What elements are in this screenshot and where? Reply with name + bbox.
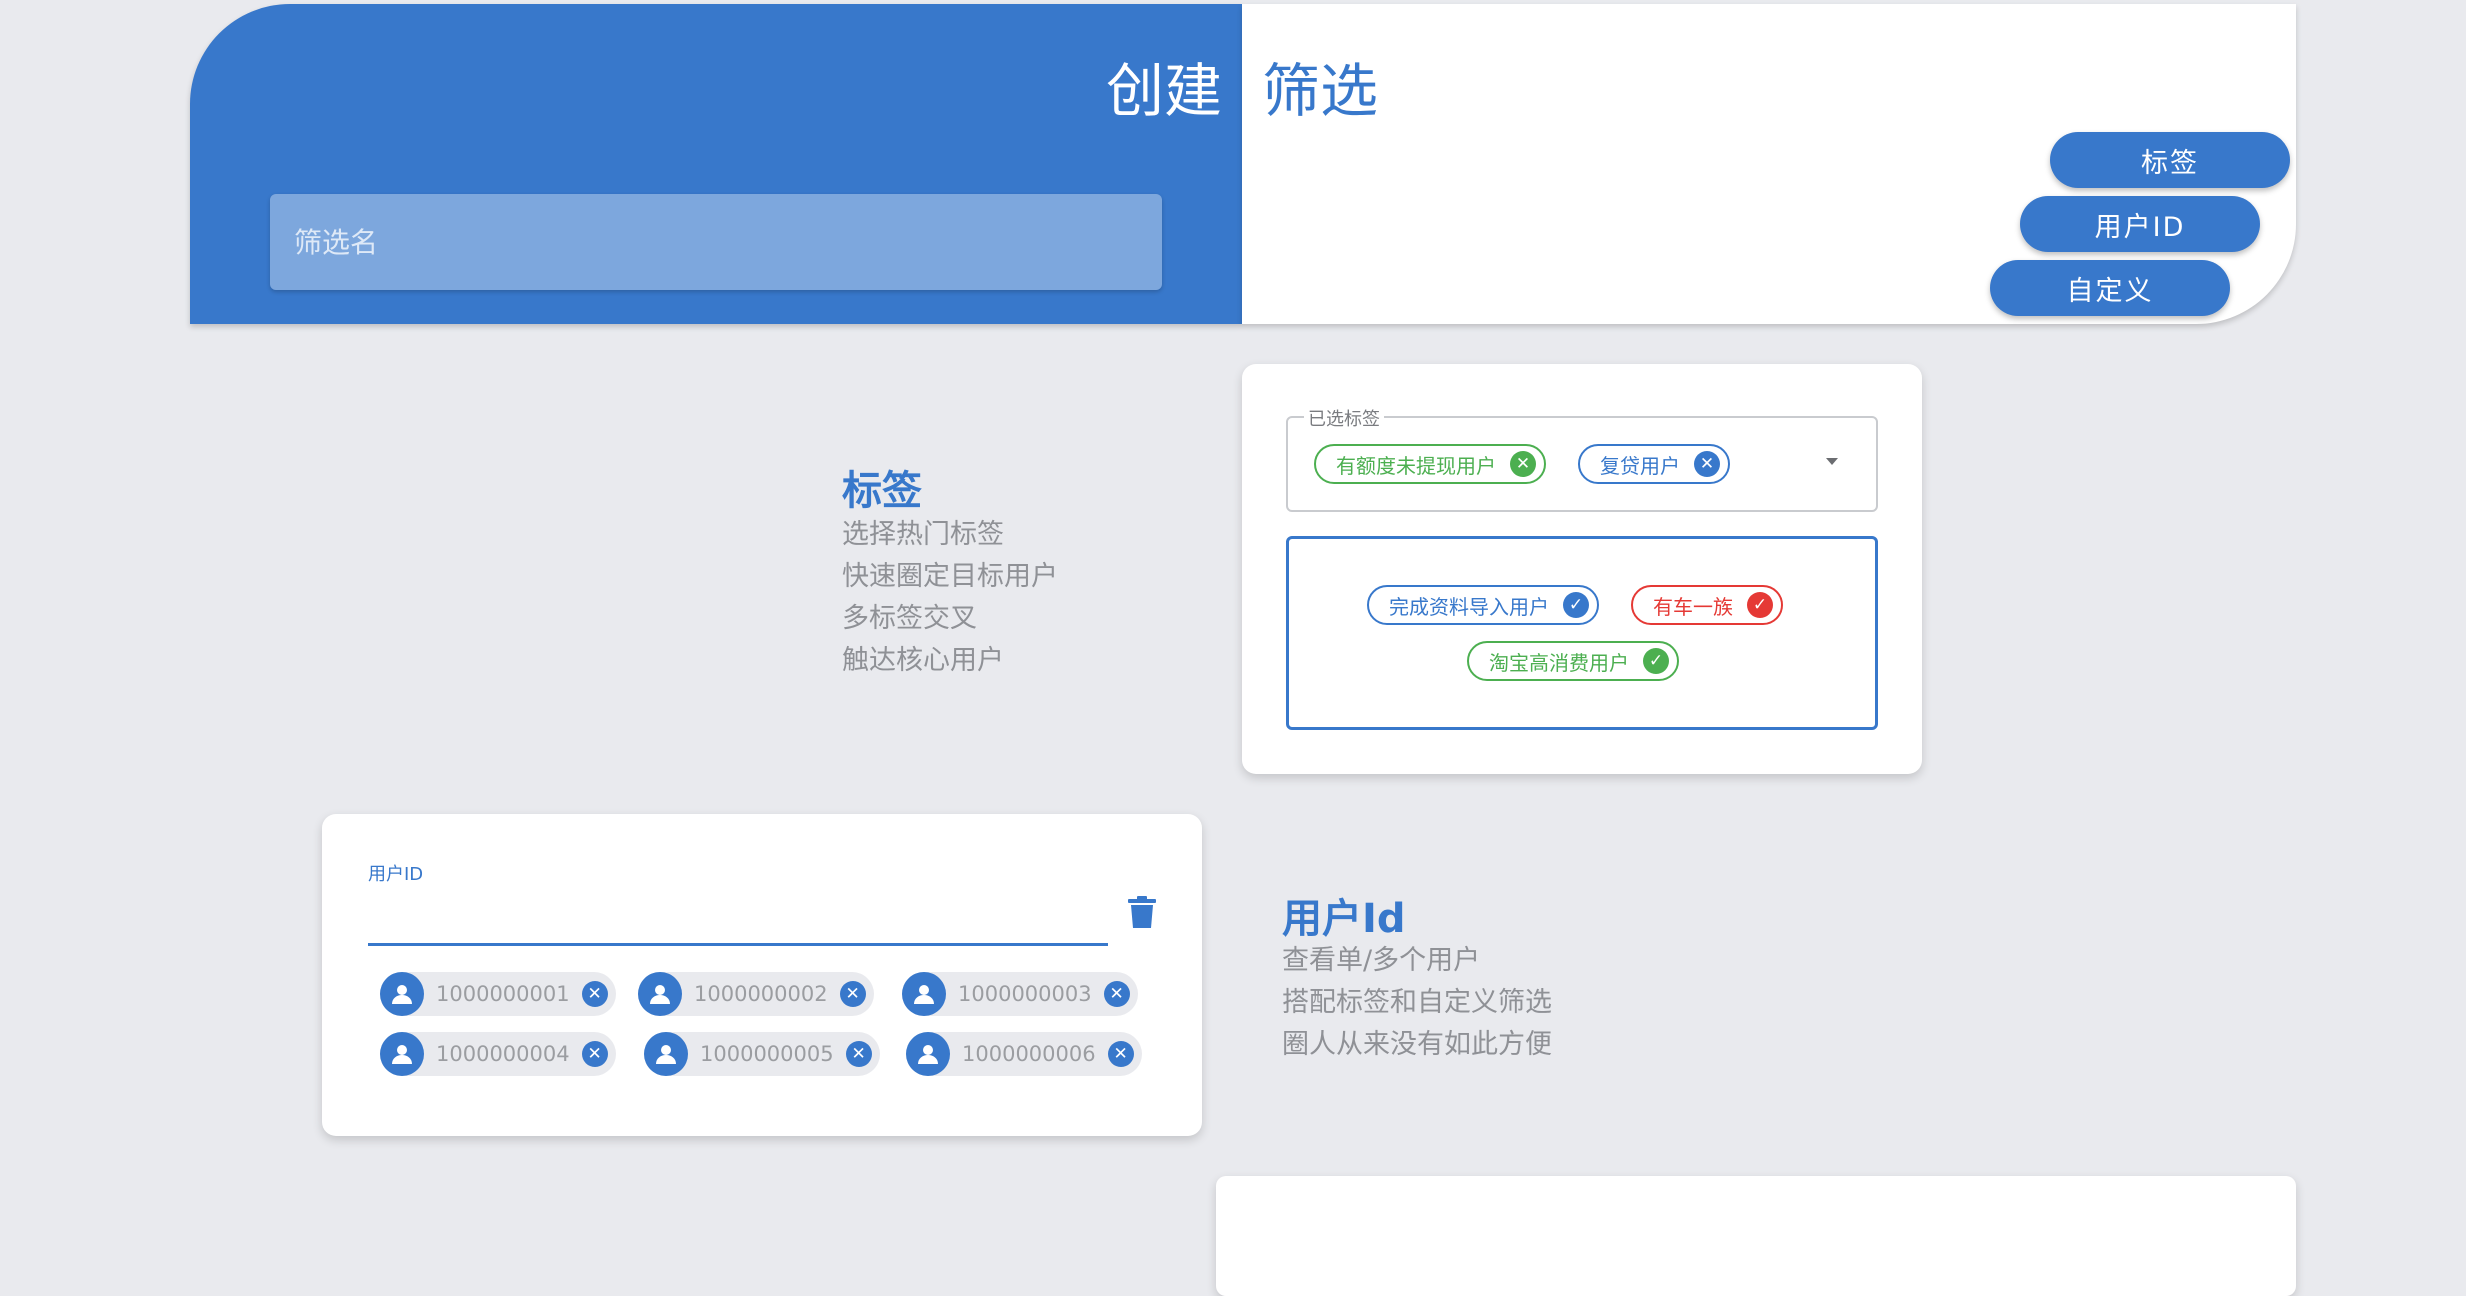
close-icon[interactable]: ✕ <box>581 981 608 1007</box>
avatar <box>380 1032 424 1076</box>
user-id-card: 用户ID 1000000001 ✕ 1000000002 ✕ 1000000003 ✕ 10… <box>322 814 1202 1136</box>
selected-tag-chip: 复贷用户 ✕ <box>1578 444 1730 484</box>
custom-button[interactable]: 自定义 <box>1990 260 2230 316</box>
available-tag-chip[interactable]: 完成资料导入用户 ✓ <box>1367 585 1599 625</box>
userid-desc-line: 查看单/多个用户 <box>1282 945 1481 976</box>
hero-left-panel: 创建 <box>190 4 1242 324</box>
available-tag-chip[interactable]: 有车一族 ✓ <box>1631 585 1783 625</box>
avatar <box>644 1032 688 1076</box>
check-icon: ✓ <box>1563 592 1589 618</box>
tag-button[interactable]: 标签 <box>2050 132 2290 188</box>
tag-label: 有额度未提现用户 <box>1336 453 1496 478</box>
tags-section-description: 选择热门标签 快速圈定目标用户 多标签交叉 触达核心用户 <box>842 514 1058 682</box>
avatar <box>902 972 946 1016</box>
close-icon[interactable]: ✕ <box>1694 451 1720 477</box>
user-id-text: 1000000006 <box>962 1042 1096 1066</box>
hero-title-filter: 筛选 <box>1262 57 1379 125</box>
user-id-text: 1000000001 <box>436 982 570 1006</box>
user-id-button[interactable]: 用户ID <box>2020 196 2260 252</box>
user-id-chip: 1000000001 ✕ <box>380 972 616 1016</box>
tags-section-title: 标签 <box>842 468 922 514</box>
close-icon[interactable]: ✕ <box>1510 451 1536 477</box>
user-id-chip: 1000000003 ✕ <box>902 972 1138 1016</box>
user-id-text: 1000000005 <box>700 1042 834 1066</box>
close-icon[interactable]: ✕ <box>1103 981 1130 1007</box>
tags-desc-line: 多标签交叉 <box>842 603 977 634</box>
tag-label: 复贷用户 <box>1600 453 1680 478</box>
user-id-text: 1000000004 <box>436 1042 570 1066</box>
avatar <box>638 972 682 1016</box>
tag-label: 完成资料导入用户 <box>1389 594 1549 619</box>
user-id-input[interactable] <box>368 890 1108 946</box>
tags-desc-line: 触达核心用户 <box>842 645 1004 676</box>
check-icon: ✓ <box>1643 648 1669 674</box>
close-icon[interactable]: ✕ <box>1107 1041 1134 1067</box>
avatar <box>906 1032 950 1076</box>
selected-tags-field[interactable]: 已选标签 有额度未提现用户 ✕ 复贷用户 ✕ <box>1286 405 1878 512</box>
available-tag-chip[interactable]: 淘宝高消费用户 ✓ <box>1467 641 1679 681</box>
user-id-chip: 1000000006 ✕ <box>906 1032 1142 1076</box>
avatar <box>380 972 424 1016</box>
hero-title-create: 创建 <box>1105 57 1222 125</box>
hero-right-panel: 筛选 标签 用户ID 自定义 <box>1242 4 2296 324</box>
hero-banner: 创建 筛选 标签 用户ID 自定义 <box>190 4 2296 324</box>
userid-section-title: 用户Id <box>1282 896 1406 942</box>
tag-label: 有车一族 <box>1653 594 1733 619</box>
tags-card: 已选标签 有额度未提现用户 ✕ 复贷用户 ✕ 完成资料导入用户 ✓ 有车一族 ✓… <box>1242 364 1922 774</box>
tags-desc-line: 快速圈定目标用户 <box>842 561 1058 592</box>
user-id-chip: 1000000005 ✕ <box>644 1032 880 1076</box>
user-id-text: 1000000003 <box>958 982 1092 1006</box>
user-id-text: 1000000002 <box>694 982 828 1006</box>
filter-name-input[interactable] <box>270 194 1162 290</box>
close-icon[interactable]: ✕ <box>845 1041 872 1067</box>
user-id-chip: 1000000004 ✕ <box>380 1032 616 1076</box>
userid-desc-line: 搭配标签和自定义筛选 <box>1282 987 1552 1018</box>
close-icon[interactable]: ✕ <box>581 1041 608 1067</box>
dropdown-arrow-icon[interactable] <box>1826 458 1838 465</box>
trash-icon[interactable] <box>1128 896 1156 932</box>
available-tags-box: 完成资料导入用户 ✓ 有车一族 ✓ 淘宝高消费用户 ✓ <box>1286 536 1878 730</box>
next-section-card <box>1216 1176 2296 1296</box>
tags-desc-line: 选择热门标签 <box>842 519 1004 550</box>
userid-section-description: 查看单/多个用户 搭配标签和自定义筛选 圈人从来没有如此方便 <box>1282 940 1552 1066</box>
tag-label: 淘宝高消费用户 <box>1489 650 1629 675</box>
close-icon[interactable]: ✕ <box>839 981 866 1007</box>
selected-tag-chip: 有额度未提现用户 ✕ <box>1314 444 1546 484</box>
user-id-field-label: 用户ID <box>368 864 424 885</box>
check-icon: ✓ <box>1747 592 1773 618</box>
userid-desc-line: 圈人从来没有如此方便 <box>1282 1029 1552 1060</box>
selected-tags-legend: 已选标签 <box>1304 405 1384 431</box>
user-id-chip: 1000000002 ✕ <box>638 972 874 1016</box>
